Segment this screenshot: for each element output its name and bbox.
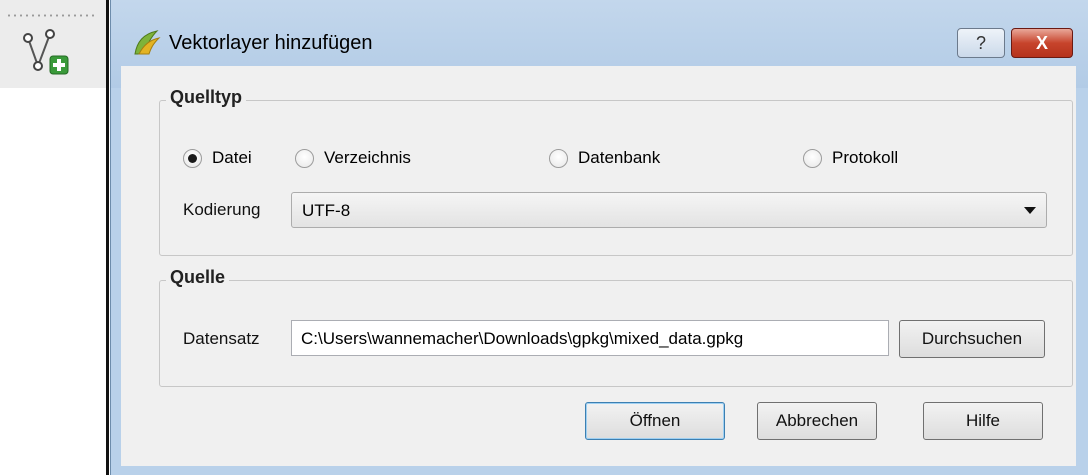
radio-protokoll[interactable]: Protokoll xyxy=(803,148,898,168)
add-vector-layer-dialog: Vektorlayer hinzufügen ? X Quelltyp Date… xyxy=(110,0,1088,475)
window-close-button[interactable]: X xyxy=(1011,28,1073,58)
toolbar-grip[interactable] xyxy=(6,14,98,17)
radio-label: Datenbank xyxy=(578,148,661,167)
source-type-title: Quelltyp xyxy=(166,87,247,108)
dataset-label: Datensatz xyxy=(183,329,260,348)
radio-indicator xyxy=(803,148,822,168)
radio-indicator xyxy=(295,148,314,168)
cancel-button[interactable]: Abbrechen xyxy=(757,402,877,440)
radio-label: Protokoll xyxy=(832,148,899,167)
help-button[interactable]: Hilfe xyxy=(923,402,1043,440)
radio-indicator xyxy=(183,148,202,168)
window-edge xyxy=(106,0,109,475)
help-icon: ? xyxy=(975,33,986,53)
add-vector-layer-icon xyxy=(23,29,69,75)
dataset-path-input[interactable]: C:\Users\wannemacher\Downloads\gpkg\mixe… xyxy=(291,320,889,356)
encoding-select[interactable]: UTF-8 xyxy=(291,192,1047,228)
close-icon: X xyxy=(1035,33,1048,53)
source-title: Quelle xyxy=(166,267,230,288)
radio-datenbank[interactable]: Datenbank xyxy=(549,148,660,168)
radio-label: Verzeichnis xyxy=(324,148,411,167)
toolbar xyxy=(0,0,106,88)
window-title: Vektorlayer hinzufügen xyxy=(169,32,373,54)
radio-indicator xyxy=(549,148,568,168)
qgis-logo-icon xyxy=(134,30,161,55)
radio-label: Datei xyxy=(212,148,252,167)
dialog-body: Quelltyp Datei Verzeichnis Datenbank Pro… xyxy=(121,66,1076,466)
open-button[interactable]: Öffnen xyxy=(585,402,725,440)
radio-datei[interactable]: Datei xyxy=(183,148,252,168)
encoding-value: UTF-8 xyxy=(302,201,351,220)
encoding-label: Kodierung xyxy=(183,200,261,219)
radio-verzeichnis[interactable]: Verzeichnis xyxy=(295,148,411,168)
browse-button[interactable]: Durchsuchen xyxy=(899,320,1045,358)
window-help-button[interactable]: ? xyxy=(957,28,1005,58)
toolbar-strip xyxy=(0,0,106,475)
chevron-down-icon xyxy=(1024,207,1036,214)
add-vector-layer-button[interactable] xyxy=(20,24,76,80)
source-type-group: Quelltyp xyxy=(159,87,1073,256)
